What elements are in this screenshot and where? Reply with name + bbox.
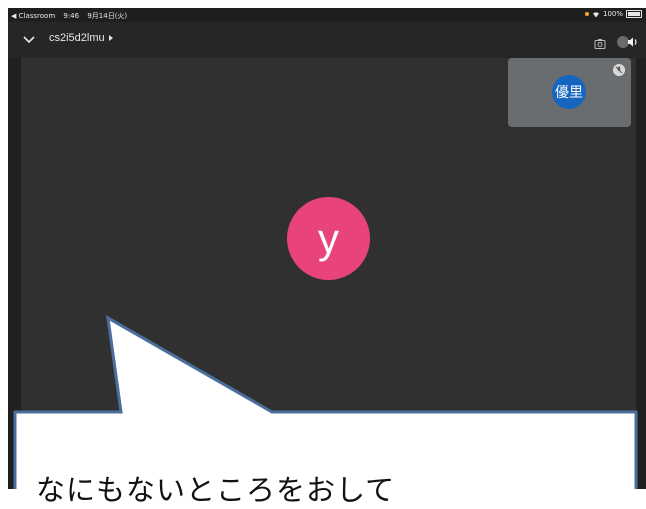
callout-text: なにもないところをおして <box>36 473 396 507</box>
instruction-callout <box>13 315 638 489</box>
callout-bubble <box>13 315 638 489</box>
